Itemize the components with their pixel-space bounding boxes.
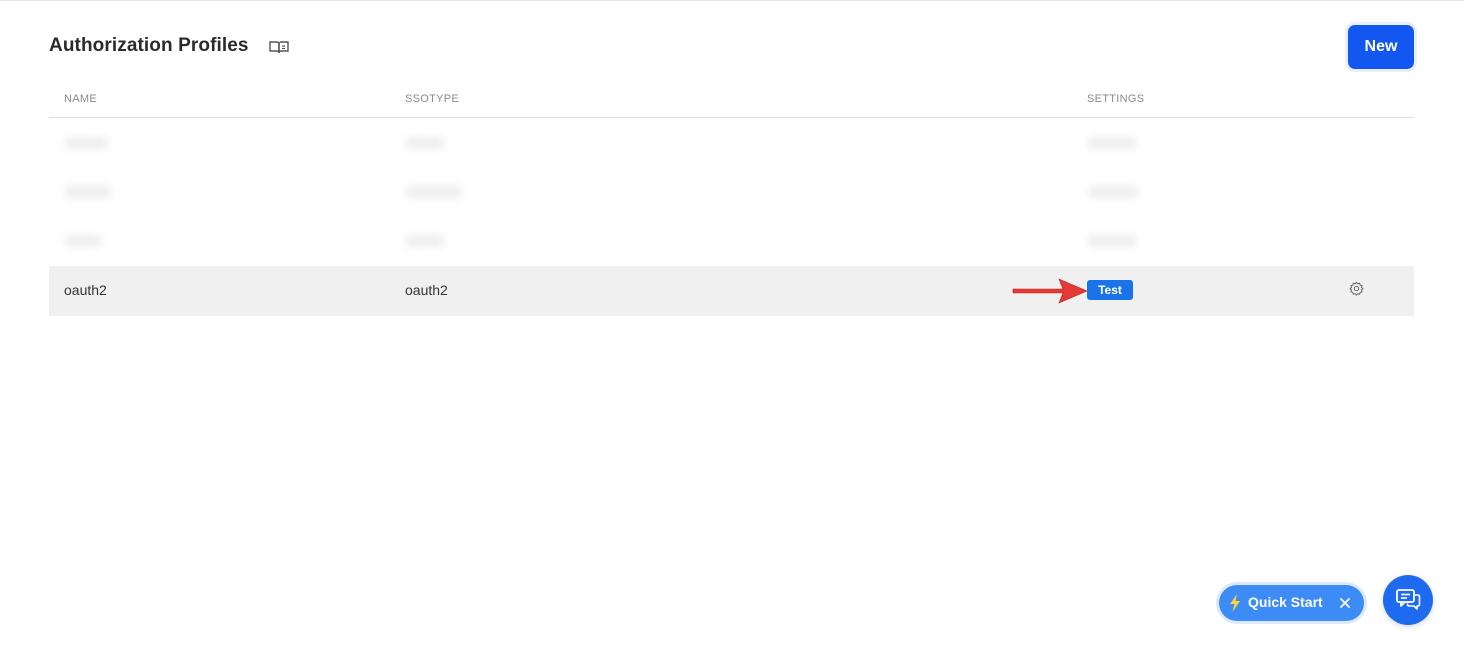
redacted-cell bbox=[64, 186, 112, 198]
chat-button[interactable] bbox=[1383, 575, 1433, 625]
redacted-cell bbox=[1087, 235, 1137, 247]
gear-icon[interactable] bbox=[1349, 281, 1364, 296]
table-row[interactable]: oauth2 oauth2 Test bbox=[49, 266, 1414, 316]
table-row-redacted[interactable] bbox=[49, 168, 1414, 217]
redacted-cell bbox=[405, 186, 463, 198]
row-name: oauth2 bbox=[64, 282, 107, 298]
new-button[interactable]: New bbox=[1348, 25, 1414, 69]
row-ssotype: oauth2 bbox=[405, 282, 448, 298]
redacted-cell bbox=[64, 235, 102, 247]
redacted-cell bbox=[1087, 186, 1139, 198]
close-icon[interactable] bbox=[1335, 593, 1355, 613]
redacted-cell bbox=[405, 235, 445, 247]
table-row-redacted[interactable] bbox=[49, 119, 1414, 168]
redacted-cell bbox=[405, 137, 445, 149]
table-row-redacted[interactable] bbox=[49, 217, 1414, 266]
arrow-icon bbox=[1011, 275, 1091, 307]
column-header-ssotype[interactable]: SSOTYPE bbox=[405, 93, 459, 105]
page: Authorization Profiles New NAME SSOTYPE … bbox=[0, 0, 1464, 654]
quick-start-label: Quick Start bbox=[1248, 594, 1323, 610]
test-button[interactable]: Test bbox=[1087, 280, 1133, 300]
bolt-icon bbox=[1229, 594, 1241, 612]
column-header-name[interactable]: NAME bbox=[64, 93, 97, 105]
quick-start-pill[interactable]: Quick Start bbox=[1219, 585, 1364, 621]
redacted-cell bbox=[64, 137, 109, 149]
profiles-table: NAME SSOTYPE SETTINGS oauth2 oauth2 Test bbox=[49, 83, 1414, 316]
redacted-cell bbox=[1087, 137, 1137, 149]
chat-icon bbox=[1396, 589, 1421, 611]
column-header-settings: SETTINGS bbox=[1087, 93, 1145, 105]
book-icon[interactable] bbox=[269, 39, 289, 55]
page-title: Authorization Profiles bbox=[49, 35, 249, 56]
page-header: Authorization Profiles New bbox=[49, 25, 1414, 71]
table-header: NAME SSOTYPE SETTINGS bbox=[49, 83, 1414, 118]
